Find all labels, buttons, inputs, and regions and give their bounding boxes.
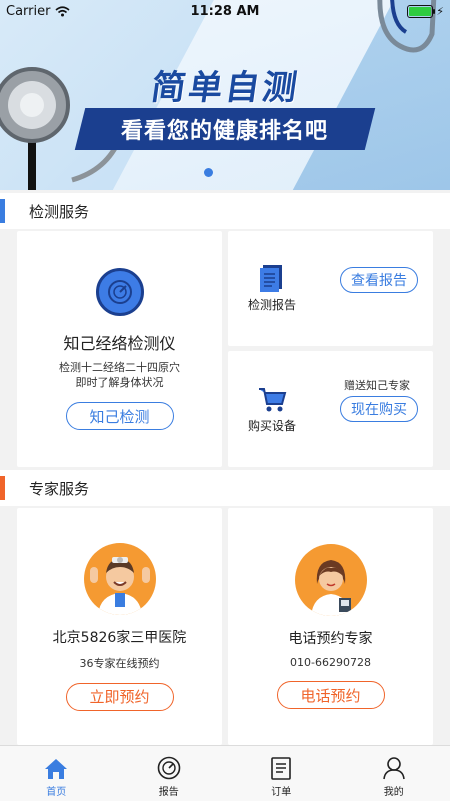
section-title: 检测服务: [29, 201, 89, 222]
device-title: 知己经络检测仪: [63, 330, 175, 354]
carrier-label: Carrier: [6, 4, 50, 19]
wifi-icon: [55, 6, 70, 17]
section-accent-bar: [0, 199, 5, 223]
tab-label: 报告: [159, 783, 179, 798]
charging-icon: ⚡: [436, 5, 444, 18]
promo-banner[interactable]: 简单自测 看看您的健康排名吧: [0, 0, 450, 190]
tab-profile[interactable]: 我的: [338, 746, 450, 801]
phone-booking-title: 电话预约专家: [289, 628, 373, 648]
view-report-button[interactable]: 查看报告: [340, 267, 418, 293]
device-desc-line1: 检测十二经络二十四原穴: [59, 360, 180, 375]
home-icon: [44, 758, 68, 780]
detect-button[interactable]: 知己检测: [66, 402, 174, 430]
shopping-cart-icon: [257, 386, 287, 414]
tab-orders[interactable]: 订单: [225, 746, 338, 801]
tab-report[interactable]: 报告: [113, 746, 226, 801]
section-header-expert: 专家服务: [0, 470, 450, 506]
report-document-icon: [257, 263, 287, 293]
gauge-icon: [96, 268, 144, 316]
phone-booking-card[interactable]: 电话预约专家 010-66290728 电话预约: [228, 508, 433, 745]
banner-subtitle: 看看您的健康排名吧: [121, 113, 328, 145]
doctor-avatar: [84, 543, 156, 615]
device-description: 检测十二经络二十四原穴 即时了解身体状况: [59, 360, 180, 390]
hospital-card[interactable]: 北京5826家三甲医院 36专家在线预约 立即预约: [17, 508, 222, 745]
device-desc-line2: 即时了解身体状况: [59, 375, 180, 390]
phone-number: 010-66290728: [290, 656, 371, 669]
report-card[interactable]: 检测报告 查看报告: [228, 231, 433, 346]
tab-home[interactable]: 首页: [0, 746, 113, 801]
battery-icon: [407, 5, 433, 18]
tab-label: 我的: [384, 783, 404, 798]
section-header-detection: 检测服务: [0, 193, 450, 229]
buy-device-card[interactable]: 购买设备 赠送知己专家 现在购买: [228, 351, 433, 467]
buy-device-label: 购买设备: [248, 417, 296, 434]
bottom-tab-bar: 首页 报告 订单 我的: [0, 745, 450, 801]
tab-label: 首页: [46, 783, 66, 798]
banner-title: 简单自测: [149, 60, 304, 109]
order-icon: [270, 756, 292, 780]
section-title: 专家服务: [29, 478, 89, 499]
gift-note: 赠送知己专家: [344, 377, 410, 393]
nurse-avatar: [295, 544, 367, 616]
device-card[interactable]: 知己经络检测仪 检测十二经络二十四原穴 即时了解身体状况 知己检测: [17, 231, 222, 467]
report-icon: [157, 756, 181, 780]
online-experts-count: 36专家在线预约: [80, 655, 160, 671]
hospital-title: 北京5826家三甲医院: [53, 627, 187, 647]
phone-booking-button[interactable]: 电话预约: [277, 681, 385, 709]
tab-label: 订单: [271, 783, 291, 798]
report-label: 检测报告: [248, 296, 296, 313]
profile-icon: [382, 756, 406, 780]
section-accent-bar: [0, 476, 5, 500]
buy-now-button[interactable]: 现在购买: [340, 396, 418, 422]
carousel-indicator-dot[interactable]: [204, 168, 213, 177]
status-bar: Carrier 11:28 AM ⚡: [0, 0, 450, 22]
book-now-button[interactable]: 立即预约: [66, 683, 174, 711]
banner-subtitle-ribbon: 看看您的健康排名吧: [75, 108, 375, 150]
